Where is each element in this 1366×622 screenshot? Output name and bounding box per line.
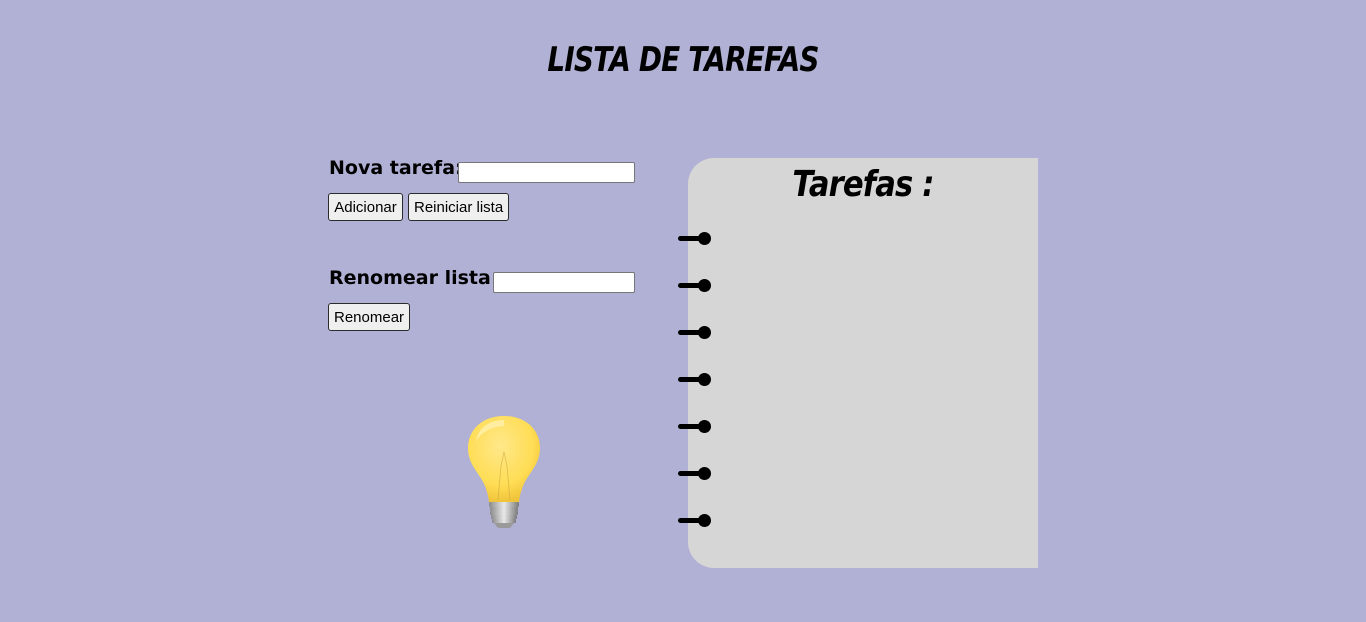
page-title: LISTA DE TAREFAS bbox=[547, 40, 819, 80]
reset-list-button[interactable]: Reiniciar lista bbox=[408, 193, 509, 221]
rename-button[interactable]: Renomear bbox=[328, 303, 410, 331]
spiral-ring bbox=[678, 419, 712, 433]
rename-list-input[interactable] bbox=[493, 272, 635, 293]
add-task-button[interactable]: Adicionar bbox=[328, 193, 403, 221]
spiral-ring bbox=[678, 513, 712, 527]
task-notebook: Tarefas : bbox=[688, 158, 1038, 568]
new-task-label: Nova tarefa: bbox=[329, 157, 463, 179]
spiral-ring bbox=[678, 325, 712, 339]
spiral-ring bbox=[678, 372, 712, 386]
spiral-ring bbox=[678, 278, 712, 292]
lightbulb-icon bbox=[464, 414, 544, 532]
spiral-ring bbox=[678, 466, 712, 480]
spiral-ring bbox=[678, 231, 712, 245]
notebook-title: Tarefas : bbox=[792, 164, 934, 205]
rename-list-label: Renomear lista: bbox=[329, 267, 499, 289]
new-task-input[interactable] bbox=[458, 162, 635, 183]
